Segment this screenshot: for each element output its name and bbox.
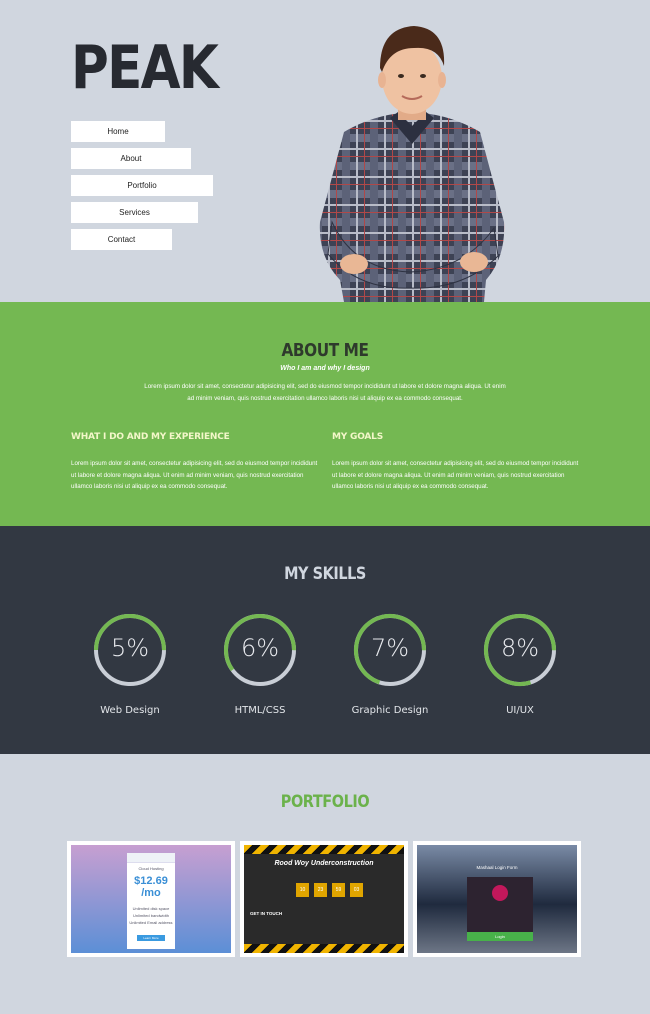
skill-value: 6% [240,634,280,662]
about-title: ABOUT ME [281,340,369,361]
experience-column: WHAT I DO AND MY EXPERIENCE Lorem ipsum … [71,432,321,493]
pricing-card: Cloud Hosting $12.69 /mo Unlimited disk … [127,853,175,949]
login-form: Login [467,877,533,941]
skill-ui-ux: 8% UI/UX [465,612,575,716]
page-title: Rood Woy Underconstruction [274,860,374,867]
portfolio-section: PORTFOLIO Cloud Hosting $12.69 /mo Unlim… [0,754,650,1014]
feature-item: Unlimited disk space [132,906,170,911]
hazard-stripe [244,944,404,953]
nav-item-contact[interactable]: Contact [71,229,172,250]
main-nav: Home About Portfolio Services Contact [71,121,213,256]
get-in-touch-label: GET IN TOUCH [250,911,283,916]
timer-box: 10 [296,883,309,897]
hazard-stripe [244,845,404,854]
portfolio-item-underconstruction[interactable]: Rood Woy Underconstruction 10 23 59 03 G… [240,841,408,957]
about-section: ABOUT ME Who I am and why I design Lorem… [0,302,650,526]
skill-value: 7% [370,634,410,662]
skill-html-css: 6% HTML/CSS [205,612,315,716]
goals-text: Lorem ipsum dolor sit amet, consectetur … [332,460,579,490]
skill-value: 8% [500,634,540,662]
skill-web-design: 5% Web Design [75,612,185,716]
skills-title: MY SKILLS [284,564,366,584]
nav-item-portfolio[interactable]: Portfolio [71,175,213,196]
skill-value: 5% [110,634,150,662]
about-subtitle: Who I am and why I design [280,365,370,372]
skill-label: Graphic Design [351,705,429,716]
brand-logo[interactable]: PEAK [71,36,219,100]
login-button: Login [467,932,533,941]
timer-box: 23 [314,883,327,897]
skills-section: MY SKILLS 5% Web Design 6% HTML/CSS 7% G… [0,526,650,754]
skill-label: HTML/CSS [234,705,286,716]
learn-more-button: Learn More [137,935,165,941]
skill-label: Web Design [100,705,160,716]
price-label: $12.69 /mo [134,875,168,899]
timer-box: 03 [350,883,363,897]
about-intro: Lorem ipsum dolor sit amet, consectetur … [144,383,506,402]
portfolio-item-login-form[interactable]: Mashaal Login Form Login [413,841,581,957]
form-title: Mashaal Login Form [476,865,518,870]
portfolio-title: PORTFOLIO [280,792,370,812]
experience-heading: WHAT I DO AND MY EXPERIENCE [71,432,230,442]
goals-heading: MY GOALS [332,432,383,442]
feature-item: Unlimited Email address [129,920,173,925]
nav-item-about[interactable]: About [71,148,191,169]
experience-text: Lorem ipsum dolor sit amet, consectetur … [71,460,318,490]
timer-box: 59 [332,883,345,897]
nav-item-home[interactable]: Home [71,121,165,142]
avatar [492,885,508,901]
feature-item: Unlimited bandwidth [132,913,170,918]
hero-section: PEAK Home About Portfolio Services Conta… [0,0,650,302]
profile-photo [319,26,505,302]
skill-label: UI/UX [506,705,534,716]
card-title: Cloud Hosting [138,866,164,871]
portfolio-item-cloud-hosting[interactable]: Cloud Hosting $12.69 /mo Unlimited disk … [67,841,235,957]
skill-graphic-design: 7% Graphic Design [335,612,445,716]
goals-column: MY GOALS Lorem ipsum dolor sit amet, con… [332,432,582,493]
nav-item-services[interactable]: Services [71,202,198,223]
cloud-icon [127,853,175,863]
